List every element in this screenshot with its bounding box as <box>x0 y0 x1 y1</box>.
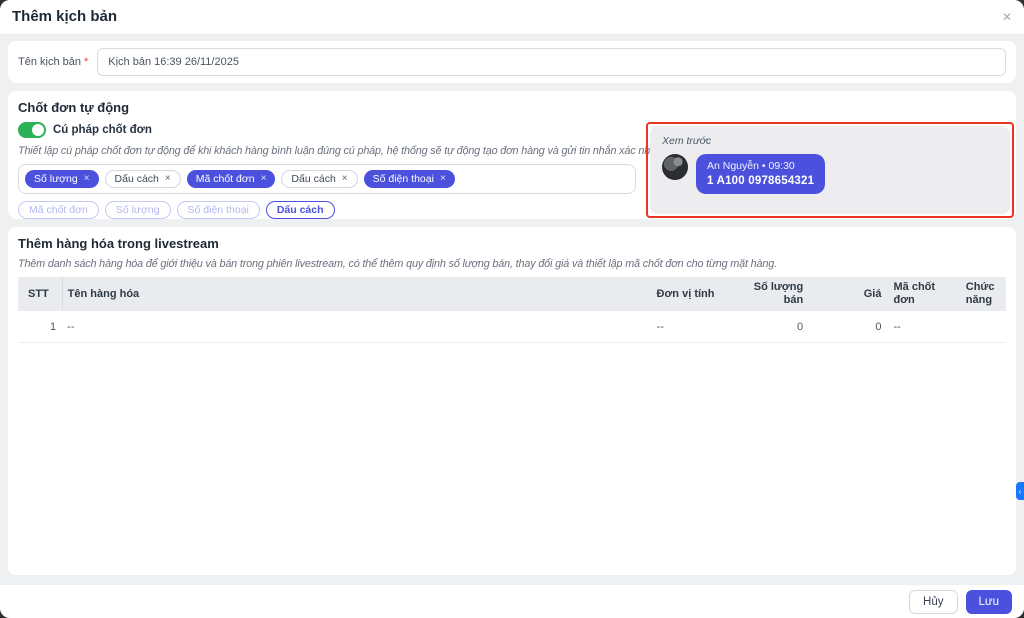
message-time: 09:30 <box>768 160 795 172</box>
cell-name: -- <box>62 311 651 343</box>
syntax-tag[interactable]: Số lượng × <box>25 170 99 188</box>
script-name-input[interactable] <box>97 48 1006 76</box>
meta-dot: • <box>761 160 766 172</box>
close-icon[interactable]: ✕ <box>1002 0 1012 34</box>
syntax-tag[interactable]: Mã chốt đơn × <box>186 170 276 188</box>
remove-tag-icon[interactable]: × <box>165 174 171 184</box>
message-preview-panel: Xem trước An Nguyễn • 09:30 1 A100 09786… <box>650 126 1010 214</box>
toggle-knob <box>32 124 44 136</box>
chevron-left-icon: ‹ <box>1018 486 1022 496</box>
table-row[interactable]: 1 -- -- 0 0 -- <box>18 311 1006 343</box>
remove-tag-icon[interactable]: × <box>261 174 267 184</box>
modal-body: Tên kịch bản * Chốt đơn tự động Cú pháp … <box>0 34 1024 585</box>
side-panel-toggle[interactable]: ‹ <box>1016 482 1024 500</box>
col-header-name: Tên hàng hóa <box>61 277 651 311</box>
col-header-action: Chức năng <box>959 277 1006 311</box>
add-script-modal: Thêm kịch bản ✕ Tên kịch bản * Chốt đơn … <box>0 0 1024 618</box>
suggestion-chip[interactable]: Số lượng <box>104 201 171 219</box>
suggestion-chip[interactable]: Mã chốt đơn <box>18 201 99 219</box>
bubble-meta: An Nguyễn • 09:30 <box>707 160 814 172</box>
script-name-card: Tên kịch bản * <box>8 41 1016 83</box>
syntax-tag[interactable]: Dấu cách × <box>281 170 358 188</box>
cell-unit: -- <box>650 311 729 343</box>
products-description: Thêm danh sách hàng hóa để giới thiệu và… <box>18 258 777 270</box>
remove-tag-icon[interactable]: × <box>342 174 348 184</box>
annotation-highlight-box: Xem trước An Nguyễn • 09:30 1 A100 09786… <box>646 122 1014 218</box>
preview-label: Xem trước <box>662 135 712 147</box>
avatar <box>662 154 688 180</box>
cancel-button[interactable]: Hủy <box>909 589 958 614</box>
sender-name: An Nguyễn <box>707 160 759 172</box>
tag-label: Dấu cách <box>114 173 159 185</box>
script-name-label: Tên kịch bản <box>18 56 81 68</box>
modal-footer: Hủy Lưu <box>0 585 1024 618</box>
products-table: STT Tên hàng hóa Đơn vị tính Số lượng bá… <box>18 277 1006 343</box>
syntax-tag-input[interactable]: Số lượng × Dấu cách × Mã chốt đơn × Dấu … <box>18 164 636 194</box>
syntax-toggle[interactable] <box>18 122 46 138</box>
suggestion-chip[interactable]: Số điện thoại <box>176 201 260 219</box>
col-header-stt: STT <box>18 277 63 311</box>
tag-label: Mã chốt đơn <box>195 173 255 185</box>
syntax-tag[interactable]: Số điện thoại × <box>363 170 455 188</box>
products-card: Thêm hàng hóa trong livestream Thêm danh… <box>8 227 1016 575</box>
auto-order-card: Chốt đơn tự động Cú pháp chốt đơn Thiết … <box>8 91 1016 219</box>
chat-bubble: An Nguyễn • 09:30 1 A100 0978654321 <box>696 154 826 194</box>
tag-label: Số lượng <box>34 173 78 185</box>
cell-qty: 0 <box>728 311 810 343</box>
tag-label: Số điện thoại <box>372 173 434 185</box>
modal-header: Thêm kịch bản ✕ <box>0 0 1024 35</box>
cell-stt: 1 <box>18 311 63 343</box>
suggestion-chip[interactable]: Dấu cách <box>265 201 335 219</box>
col-header-unit: Đơn vị tính <box>650 277 729 311</box>
preview-message-text: 1 A100 0978654321 <box>707 175 815 187</box>
auto-order-heading: Chốt đơn tự động <box>18 100 130 115</box>
col-header-price: Giá <box>809 277 888 311</box>
tag-label: Dấu cách <box>291 173 336 185</box>
table-header-row: STT Tên hàng hóa Đơn vị tính Số lượng bá… <box>18 277 1006 311</box>
required-asterisk: * <box>83 56 89 68</box>
cell-price: 0 <box>809 311 888 343</box>
remove-tag-icon[interactable]: × <box>440 174 446 184</box>
cell-action <box>959 311 1006 343</box>
products-heading: Thêm hàng hóa trong livestream <box>18 236 219 251</box>
syntax-toggle-label: Cú pháp chốt đơn <box>53 124 152 136</box>
cell-code: -- <box>887 311 960 343</box>
remove-tag-icon[interactable]: × <box>84 174 90 184</box>
save-button[interactable]: Lưu <box>965 589 1012 614</box>
page-title: Thêm kịch bản <box>12 8 118 25</box>
col-header-code: Mã chốt đơn <box>887 277 960 311</box>
syntax-tag[interactable]: Dấu cách × <box>104 170 181 188</box>
col-header-qty: Số lượng bán <box>728 277 810 311</box>
preview-message-row: An Nguyễn • 09:30 1 A100 0978654321 <box>662 154 998 194</box>
